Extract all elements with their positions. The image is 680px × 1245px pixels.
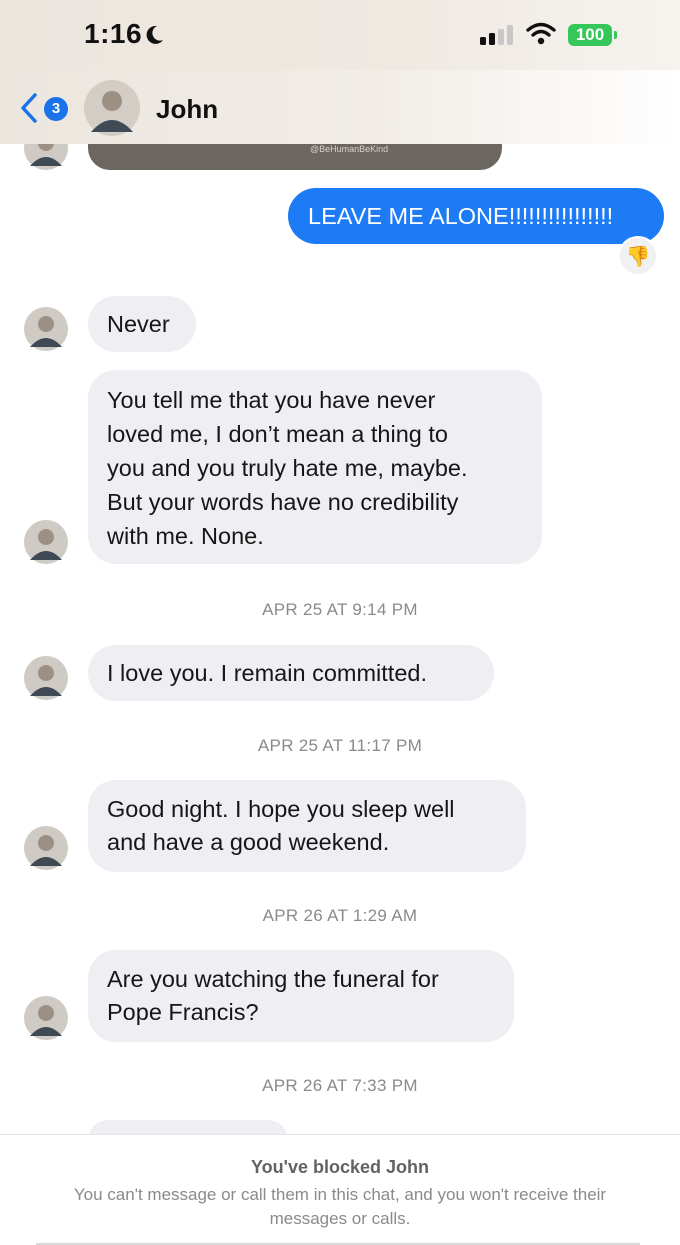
contact-avatar[interactable] — [24, 826, 68, 870]
message-line: Good night. I hope you sleep well — [107, 796, 455, 822]
avatar-photo-icon — [24, 307, 68, 351]
timestamp: APR 25 AT 11:17 PM — [257, 736, 423, 755]
timestamp: APR 25 AT 9:14 PM — [262, 600, 418, 619]
contact-avatar[interactable] — [24, 307, 68, 351]
thumbs-down-icon: 👎 — [625, 245, 651, 268]
avatar-photo-icon — [24, 996, 68, 1040]
message-line: loved me, I don’t mean a thing to — [107, 421, 448, 447]
contact-avatar[interactable] — [24, 656, 68, 700]
message-line: with me. None. — [107, 523, 264, 549]
moon-icon — [146, 25, 163, 44]
thumbs-down-reaction[interactable]: 👎 — [618, 236, 658, 276]
outgoing-message-bubble[interactable]: LEAVE ME ALONE!!!!!!!!!!!!!!!! — [288, 188, 664, 244]
status-bar: 1:16 100 — [0, 0, 680, 70]
status-time: 1:16 — [84, 18, 143, 49]
message-line: and have a good weekend. — [107, 829, 390, 855]
incoming-message-bubble[interactable]: I love you. I remain committed. — [88, 645, 494, 701]
timestamp: APR 26 AT 7:33 PM — [262, 1076, 418, 1095]
header-avatar[interactable] — [84, 80, 140, 136]
blocked-notice: You've blocked John You can't message or… — [0, 1134, 680, 1245]
back-chevron-icon[interactable] — [18, 92, 40, 124]
blocked-description: You can't message or call them in this c… — [73, 1185, 607, 1228]
contact-avatar[interactable] — [24, 996, 68, 1040]
avatar-photo-icon — [84, 80, 140, 136]
message-line: Pope Francis? — [107, 999, 259, 1025]
battery-indicator: 100 — [568, 24, 612, 46]
incoming-message-bubble[interactable]: Never — [88, 296, 196, 352]
incoming-message-bubble[interactable]: Good night. I hope you sleep well and ha… — [88, 780, 526, 872]
blocked-title: You've blocked John — [251, 1157, 429, 1177]
incoming-message-bubble[interactable]: Are you watching the funeral for Pope Fr… — [88, 950, 514, 1042]
message-line: you and you truly hate me, maybe. — [107, 455, 468, 481]
avatar-photo-icon — [24, 826, 68, 870]
timestamp: APR 26 AT 1:29 AM — [262, 906, 418, 925]
shared-media-caption: @BeHumanBeKind — [310, 144, 389, 154]
unread-count-badge[interactable]: 3 — [44, 97, 68, 121]
avatar-photo-icon — [24, 520, 68, 564]
message-line: You tell me that you have never — [107, 387, 436, 413]
avatar-photo-icon — [24, 656, 68, 700]
contact-avatar[interactable] — [24, 520, 68, 564]
chat-header: 3 John — [0, 70, 680, 144]
wifi-icon — [526, 22, 556, 45]
message-line: Are you watching the funeral for — [107, 966, 439, 992]
contact-name[interactable]: John — [156, 94, 218, 125]
cellular-signal-icon — [480, 25, 513, 45]
battery-tip — [614, 31, 617, 39]
incoming-message-bubble[interactable]: You tell me that you have never loved me… — [88, 370, 542, 564]
message-line: But your words have no credibility — [107, 489, 459, 515]
